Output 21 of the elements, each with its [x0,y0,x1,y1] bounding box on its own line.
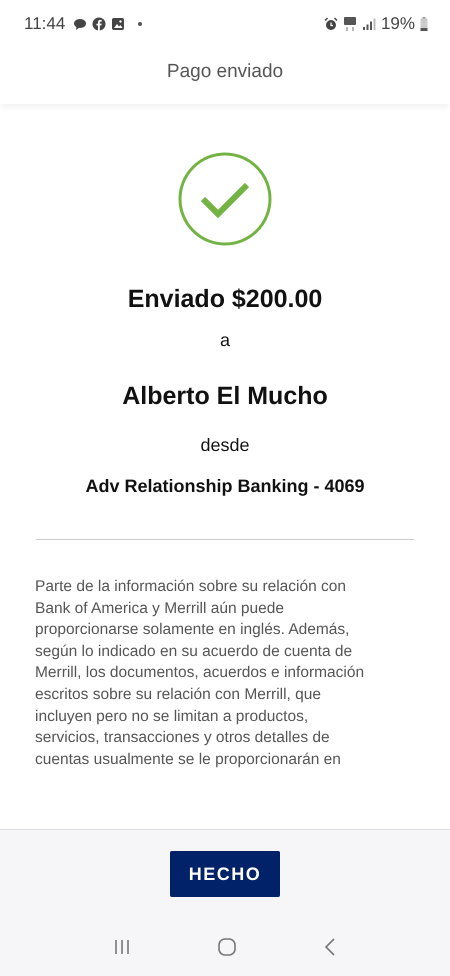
account-name: Adv Relationship Banking - 4069 [85,476,365,497]
screen-title: Pago enviado [166,61,284,84]
recent-apps-icon[interactable] [113,938,131,956]
amount-sent-text: Enviado $200.00 [128,285,322,314]
signal-icon [362,18,376,30]
facebook-icon [92,17,106,31]
to-label: a [220,330,230,351]
alarm-icon [324,17,338,31]
battery-icon [420,17,428,31]
done-button[interactable]: HECHO [170,851,280,897]
image-icon [111,17,126,31]
disclaimer-paragraph: Parte de la información sobre su relación con Bank of America y Merrill aún puede proporcionarse solamente en inglés. Además, según lo indicado en su acuerdo de cuenta de Merrill, los documentos, acuerdos e información escritos sobre su relación con Merrill, que incluyen pero no se limitan a productos, servicios, transacciones y otros detalles de cuentas usualmente se le proporcionarán en [35,577,366,770]
status-time: 11:44 [24,14,66,34]
back-icon[interactable] [323,937,337,957]
notification-dot-icon [138,22,142,26]
recipient-name: Alberto El Mucho [122,382,328,411]
chat-bubble-icon [73,18,88,30]
home-icon[interactable] [217,937,237,957]
from-label: desde [200,435,250,456]
success-check-icon [177,151,273,247]
battery-percentage: 19% [380,14,415,34]
